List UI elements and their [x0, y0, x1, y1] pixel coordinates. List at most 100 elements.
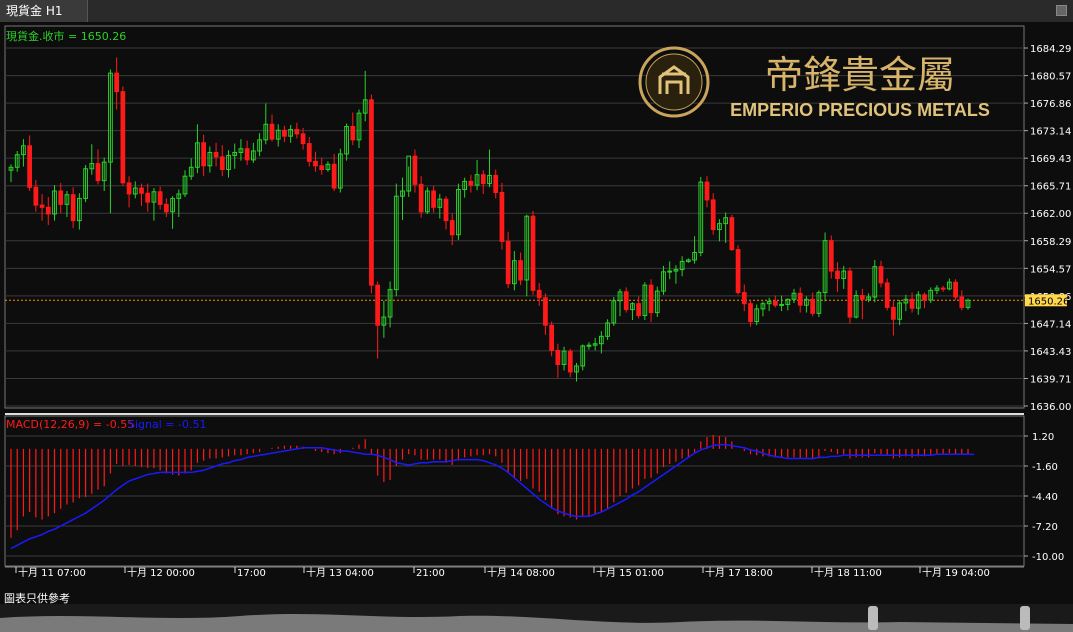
logo-english: EMPERIO PRECIOUS METALS — [730, 100, 990, 120]
time-tick-label: 十月 18 11:00 — [814, 566, 882, 579]
chart-svg[interactable]: 1684.29 1680.57 1676.86 1673.14 1669.43 1665.… — [0, 22, 1073, 632]
tab-title: 現貨金 H1 — [6, 4, 63, 18]
macd-tick-label: 1.20 — [1032, 432, 1054, 443]
candle-body — [536, 289, 542, 299]
tab-chart[interactable]: 現貨金 H1 — [0, 0, 88, 22]
candle-body — [95, 163, 101, 182]
candle-body — [847, 270, 853, 318]
candle-body — [294, 128, 300, 135]
current-price-label: 1650.26 — [1028, 296, 1069, 307]
candle-body — [412, 155, 418, 185]
overview-mini-chart — [0, 614, 1073, 632]
price-tick-label: 1662.00 — [1030, 209, 1071, 220]
candle-body — [120, 91, 126, 184]
logo-chinese: 帝鋒貴金屬 — [765, 53, 955, 97]
scroll-right-handle[interactable] — [1020, 606, 1030, 630]
maximize-icon[interactable] — [1056, 5, 1067, 16]
candle-body — [219, 156, 225, 171]
candle-body — [27, 145, 33, 188]
price-tick-label: 1680.57 — [1030, 72, 1071, 83]
macd-tick-label: -1.60 — [1032, 462, 1058, 473]
candle-body — [779, 303, 784, 306]
signal-label: Signal = -0.51 — [128, 418, 206, 431]
candle-body — [667, 270, 673, 273]
signal-line — [10, 443, 975, 550]
price-tick-label: 1636.00 — [1030, 402, 1071, 413]
time-tick-label: 十月 13 04:00 — [306, 566, 374, 579]
time-tick-label: 十月 17 18:00 — [705, 566, 773, 579]
macd-panel-border — [4, 415, 1025, 567]
candle-body — [922, 294, 927, 301]
candle-body — [33, 186, 39, 206]
time-tick-label: 十月 12 00:00 — [127, 566, 195, 579]
candle-body — [748, 303, 753, 322]
candle-body — [828, 240, 834, 272]
price-tick-label: 1647.14 — [1030, 319, 1071, 330]
price-tick-label: 1665.71 — [1030, 182, 1071, 193]
time-tick-label: 十月 14 08:00 — [487, 566, 555, 579]
candle-body — [306, 143, 312, 162]
candle-body — [418, 183, 424, 213]
candle-body — [126, 182, 132, 195]
time-tick-label: 17:00 — [237, 568, 266, 579]
macd-tick-label: -4.40 — [1032, 492, 1058, 503]
time-tick-label: 21:00 — [416, 568, 445, 579]
candle-body — [39, 204, 45, 208]
candle-body — [331, 163, 337, 189]
candle-body — [157, 191, 163, 205]
candle-body — [530, 215, 536, 291]
candle-body — [735, 249, 741, 294]
candle-body — [300, 133, 306, 145]
candle-body — [835, 270, 840, 279]
candle-body — [375, 284, 381, 326]
candle-body — [878, 266, 884, 284]
macd-panel — [5, 434, 1024, 557]
scroll-left-handle[interactable] — [868, 606, 878, 630]
candle-body — [959, 296, 965, 308]
candle-body — [549, 324, 555, 351]
price-tick-label: 1643.43 — [1030, 347, 1071, 358]
candle-body — [623, 291, 629, 311]
price-tick-label: 1673.14 — [1030, 127, 1071, 138]
candle-body — [636, 303, 642, 317]
macd-tick-label: -10.00 — [1032, 552, 1064, 563]
candle-body — [145, 192, 151, 203]
candle-body — [567, 350, 573, 373]
price-tick-label: 1654.57 — [1030, 264, 1071, 275]
candle-body — [797, 292, 803, 306]
candle-body — [269, 123, 275, 140]
candle-body — [201, 142, 207, 167]
scroll-overview — [0, 606, 1073, 632]
macd-label: MACD(12,26,9) = -0.55 — [6, 418, 134, 431]
candle-body — [319, 165, 325, 171]
candle-body — [213, 151, 219, 158]
candle-body — [58, 190, 64, 205]
scrollbar[interactable] — [0, 604, 1073, 632]
candle-body — [369, 99, 374, 286]
candle-body — [45, 206, 51, 215]
time-tick-label: 十月 19 04:00 — [922, 566, 990, 579]
tab-bar: 現貨金 H1 — [0, 0, 1073, 23]
candle-body — [350, 126, 356, 141]
candle-body — [493, 174, 499, 193]
candle-body — [139, 187, 144, 194]
macd-tick-label: -7.20 — [1032, 522, 1058, 533]
candle-body — [940, 287, 946, 290]
chart-area[interactable]: 1684.29 1680.57 1676.86 1673.14 1669.43 1665.… — [0, 22, 1073, 632]
price-tick-label: 1684.29 — [1030, 44, 1071, 55]
candle-body — [704, 181, 710, 201]
candle-body — [909, 298, 915, 309]
candle-body — [499, 191, 505, 242]
time-tick-label: 十月 11 07:00 — [18, 566, 86, 579]
candle-body — [810, 298, 816, 314]
price-tick-label: 1676.86 — [1030, 99, 1071, 110]
candle-body — [518, 260, 523, 281]
time-tick-label: 十月 15 01:00 — [596, 566, 664, 579]
candle-body — [729, 217, 735, 251]
candle-body — [114, 72, 120, 93]
candle-body — [741, 292, 747, 305]
candle-body — [480, 174, 486, 185]
candle-body — [891, 306, 896, 320]
candle-body — [859, 295, 865, 300]
candle-body — [431, 190, 436, 208]
